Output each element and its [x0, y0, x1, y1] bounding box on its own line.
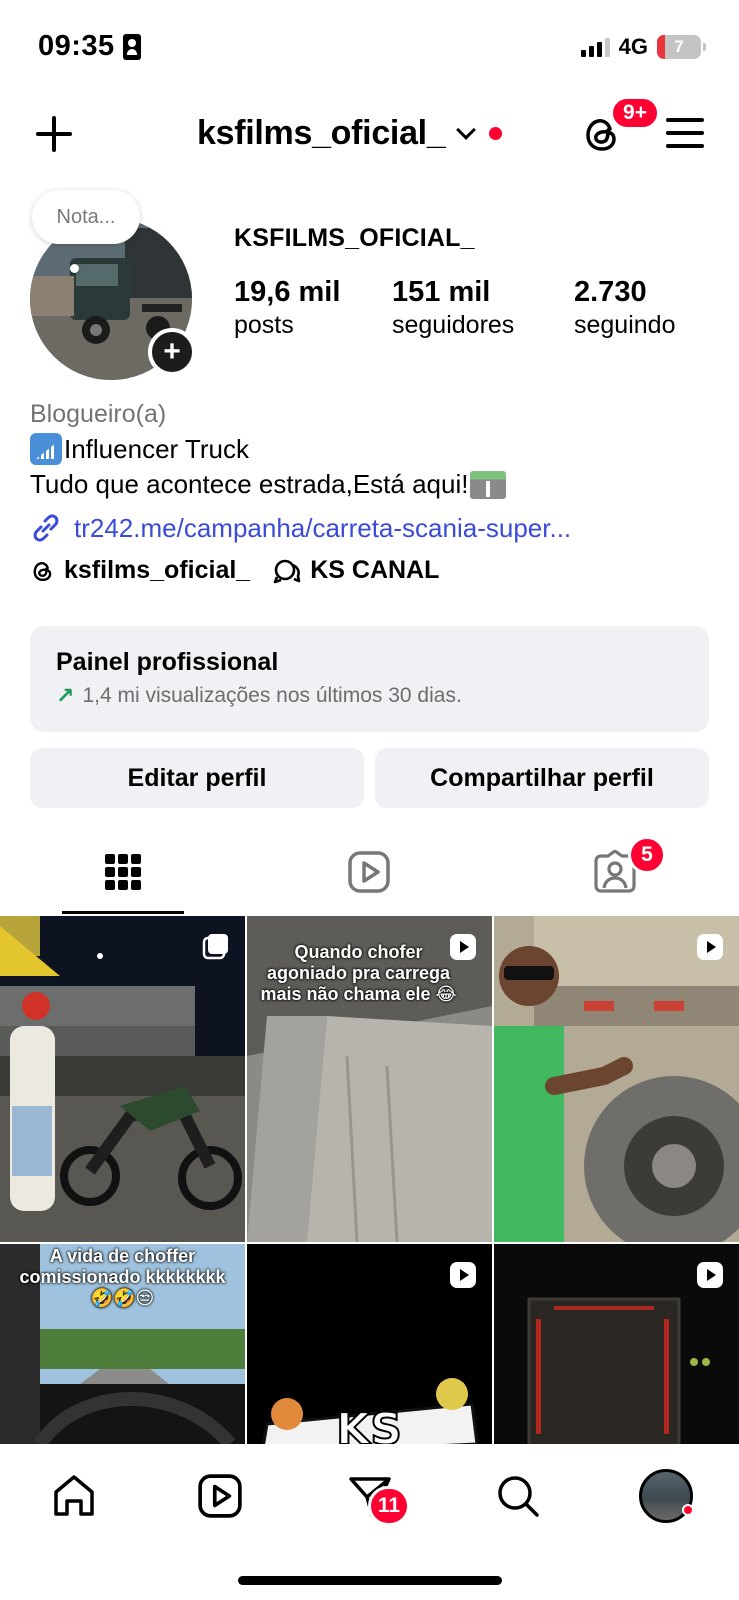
post-tile-3[interactable]	[494, 916, 739, 1242]
account-switcher[interactable]: ksfilms_oficial_	[197, 114, 503, 153]
profile-header: ksfilms_oficial_ 9+	[0, 96, 739, 170]
bio-line-1: Influencer Truck	[30, 433, 710, 465]
battery-level: 7	[674, 37, 684, 56]
profile-bio: Blogueiro(a) Influencer Truck Tudo que a…	[30, 400, 710, 544]
reel-icon	[697, 934, 723, 960]
status-indicators: 4G 7	[580, 34, 706, 60]
dashboard-title: Painel profissional	[56, 648, 279, 676]
home-indicator[interactable]	[238, 1576, 502, 1585]
stat-posts-label: posts	[234, 311, 294, 339]
dashboard-views-text: 1,4 mi visualizações nos últimos 30 dias…	[82, 684, 462, 707]
posts-grid: Quando chofer agoniado pra carrega mais …	[0, 916, 739, 1444]
tab-reels[interactable]	[246, 830, 492, 914]
post-tile-4[interactable]: A vida de choffer comissionado kkkkkkkk …	[0, 1244, 245, 1444]
tagged-badge: 5	[628, 836, 666, 874]
note-bubble[interactable]: Nota...	[32, 190, 140, 273]
tab-tagged[interactable]	[492, 830, 738, 914]
create-post-button[interactable]	[34, 114, 74, 154]
bio-line-2-text: Tudo que acontece estrada,Está aqui!	[30, 469, 469, 499]
profile-display-name: KSFILMS_OFICIAL_	[234, 224, 475, 252]
stat-followers-value: 151 mil	[392, 276, 491, 308]
channel-link[interactable]: KS CANAL	[272, 556, 439, 585]
reel-icon	[450, 1262, 476, 1288]
broadcast-channel-icon	[273, 559, 301, 583]
share-profile-button[interactable]: Compartilhar perfil	[375, 748, 709, 808]
post-tile-5[interactable]: KS	[247, 1244, 492, 1444]
post-tile-1[interactable]	[0, 916, 245, 1242]
search-icon	[498, 1476, 539, 1517]
battery-icon: 7	[657, 35, 706, 59]
bio-link-text: tr242.me/campanha/carreta-scania-super..…	[74, 512, 572, 543]
orientation-lock-icon	[122, 33, 141, 60]
motorway-emoji-icon	[470, 470, 507, 499]
carousel-icon	[202, 934, 228, 960]
nav-reels[interactable]	[190, 1466, 250, 1526]
profile-notification-dot	[682, 1504, 694, 1516]
active-tab-indicator	[62, 911, 184, 914]
cellular-signal-icon	[580, 37, 610, 57]
svg-text:KS: KS	[336, 1404, 402, 1444]
reel-icon	[450, 934, 476, 960]
threads-profile-link[interactable]: ksfilms_oficial_	[30, 556, 250, 585]
threads-icon	[33, 561, 52, 581]
trend-up-icon: ↗	[56, 683, 75, 708]
menu-button[interactable]	[666, 116, 706, 150]
threads-notification-badge: 9+	[610, 96, 660, 130]
reel-icon	[697, 1262, 723, 1288]
network-type: 4G	[618, 34, 648, 59]
home-icon	[54, 1475, 94, 1516]
stat-followers-label: seguidores	[392, 311, 515, 339]
header-username: ksfilms_oficial_	[197, 114, 446, 152]
clock: 09:35	[38, 30, 115, 62]
nav-search[interactable]	[488, 1466, 548, 1526]
post-3-image	[494, 916, 739, 1242]
stat-following-label: seguindo	[574, 311, 676, 339]
post-1-image	[0, 916, 245, 1242]
post-tile-6[interactable]	[494, 1244, 739, 1444]
stat-posts[interactable]: 19,6 mil posts	[234, 276, 340, 340]
stat-followers[interactable]: 151 mil seguidores	[392, 276, 514, 340]
social-links: ksfilms_oficial_ KS CANAL	[30, 556, 439, 585]
signal-bars-emoji-icon	[30, 433, 62, 465]
link-icon	[33, 514, 59, 542]
nav-profile[interactable]	[636, 1466, 696, 1526]
post-tile-2[interactable]: Quando chofer agoniado pra carrega mais …	[247, 916, 492, 1242]
edit-profile-button[interactable]: Editar perfil	[30, 748, 364, 808]
threads-handle: ksfilms_oficial_	[64, 556, 251, 584]
status-bar: 09:35 4G 7	[0, 0, 739, 90]
reels-icon	[348, 851, 390, 893]
notification-dot	[489, 127, 503, 140]
stat-following-value: 2.730	[574, 276, 647, 308]
dashboard-subtitle: ↗ 1,4 mi visualizações nos últimos 30 di…	[56, 683, 683, 709]
stat-posts-value: 19,6 mil	[234, 276, 341, 308]
add-story-button[interactable]: +	[148, 328, 196, 376]
nav-home[interactable]	[44, 1466, 104, 1526]
profile-tabs	[0, 830, 739, 914]
bio-line-1-text: Influencer Truck	[64, 433, 249, 464]
profile-category: Blogueiro(a)	[30, 400, 167, 428]
professional-dashboard[interactable]: Painel profissional ↗ 1,4 mi visualizaçõ…	[30, 626, 709, 732]
tab-posts-grid[interactable]	[0, 830, 246, 914]
stat-following[interactable]: 2.730 seguindo	[574, 276, 675, 340]
chevron-down-icon	[456, 119, 477, 140]
channel-name: KS CANAL	[310, 556, 440, 584]
reels-icon	[198, 1474, 242, 1518]
messages-badge: 11	[368, 1486, 410, 1526]
bio-line-2: Tudo que acontece estrada,Está aqui!	[30, 469, 710, 500]
post-4-caption: A vida de choffer comissionado kkkkkkkk …	[19, 1246, 226, 1308]
grid-icon	[105, 854, 141, 890]
status-time: 09:35	[38, 30, 141, 63]
bio-link[interactable]: tr242.me/campanha/carreta-scania-super..…	[30, 512, 710, 544]
